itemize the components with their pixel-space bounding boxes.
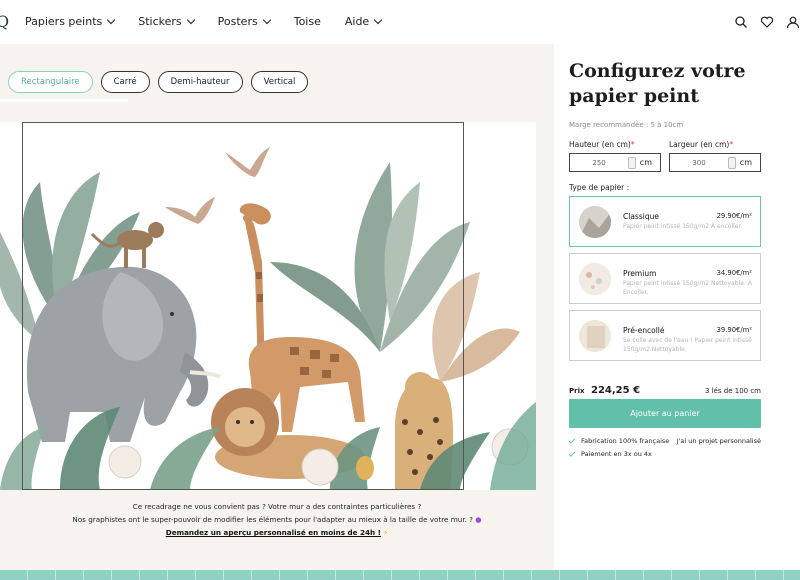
width-stepper[interactable] bbox=[728, 157, 736, 169]
width-unit: cm bbox=[739, 158, 752, 167]
price-label: Prix bbox=[569, 387, 585, 395]
menu-item-label: Toise bbox=[293, 15, 321, 28]
paper-price: 34.90€/m² bbox=[716, 269, 752, 277]
height-label: Hauteur (en cm)* bbox=[569, 140, 635, 149]
request-preview-link[interactable]: Demandez un aperçu personnalisé en moins… bbox=[166, 528, 381, 537]
user-icon[interactable] bbox=[786, 14, 800, 29]
search-icon[interactable] bbox=[734, 14, 748, 28]
paper-thumbnail bbox=[579, 206, 611, 238]
menu-item-stickers[interactable]: Stickers bbox=[138, 15, 195, 28]
paper-price: 29.90€/m² bbox=[716, 212, 752, 220]
configurator-panel: Configurez votre papier peint Marge reco… bbox=[554, 44, 800, 570]
price-row: Prix 224,25 € 3 lés de 100 cm bbox=[569, 385, 761, 399]
paper-option-pre-encolle[interactable]: Pré-encollé 39.90€/m² Se colle avec de l… bbox=[569, 310, 761, 361]
paper-option-premium[interactable]: Premium 34.90€/m² Papier peint intissé 1… bbox=[569, 253, 761, 304]
chevron-down-icon bbox=[262, 15, 271, 25]
menu-item-label: Papiers peints bbox=[25, 15, 103, 28]
crop-frame[interactable] bbox=[22, 122, 464, 490]
height-input[interactable]: 250 cm bbox=[569, 153, 661, 172]
width-input[interactable]: 300 cm bbox=[669, 153, 761, 172]
feature-payment: Paiement en 3x ou 4x bbox=[568, 449, 652, 458]
menu-item-label: Stickers bbox=[138, 15, 182, 28]
menu-item-papiers-peints[interactable]: Papiers peints bbox=[25, 15, 116, 28]
paper-name: Classique bbox=[623, 212, 659, 221]
tab-rectangulaire[interactable]: Rectangulaire bbox=[8, 71, 93, 93]
required-mark: * bbox=[729, 140, 734, 149]
custom-project-link[interactable]: J'ai un projet personnalisé bbox=[677, 437, 761, 445]
page-title: Configurez votre papier peint bbox=[569, 60, 746, 107]
heart-icon[interactable] bbox=[760, 14, 774, 28]
note-line-2: Nos graphistes ont le super-pouvoir de m… bbox=[72, 515, 482, 524]
paper-name: Pré-encollé bbox=[623, 326, 665, 335]
price-value: 224,25 € bbox=[591, 385, 641, 396]
strips-count: 3 lés de 100 cm bbox=[704, 387, 761, 395]
chevron-down-icon bbox=[186, 15, 195, 25]
menu-item-posters[interactable]: Posters bbox=[217, 15, 271, 28]
menu-item-aide[interactable]: Aide bbox=[344, 15, 383, 28]
required-mark: * bbox=[630, 140, 635, 149]
paper-description: Se colle avec de l'eau ! Papier peint in… bbox=[623, 337, 752, 353]
tab-carre[interactable]: Carré bbox=[100, 71, 150, 93]
tab-demi-hauteur[interactable]: Demi-hauteur bbox=[157, 71, 243, 93]
paper-description: Papier peint intissé 150g/m2 À encoller. bbox=[623, 223, 743, 230]
tab-vertical[interactable]: Vertical bbox=[250, 71, 309, 93]
menu-item-label: Aide bbox=[344, 15, 370, 28]
menu-item-toise[interactable]: Toise bbox=[294, 15, 321, 28]
paper-name: Premium bbox=[623, 269, 657, 278]
tab-underline bbox=[0, 99, 128, 102]
shape-tabs: Rectangulaire Carré Demi-hauteur Vertica… bbox=[8, 71, 309, 93]
menu-item-label: Posters bbox=[217, 15, 258, 28]
width-label: Largeur (en cm)* bbox=[669, 140, 734, 149]
preview-area: Rectangulaire Carré Demi-hauteur Vertica… bbox=[0, 44, 554, 570]
height-value: 250 bbox=[592, 159, 606, 167]
check-icon bbox=[568, 449, 576, 457]
chevron-down-icon bbox=[107, 15, 116, 25]
paper-description: Papier peint intissé 150g/m2 Nettoyable.… bbox=[623, 280, 752, 296]
note-line-3: Demandez un aperçu personnalisé en moins… bbox=[0, 526, 554, 539]
decorative-bottom-strip bbox=[0, 570, 800, 580]
note-line-1: Ce recadrage ne vous convient pas ? Votr… bbox=[132, 502, 422, 511]
main-menu: Papiers peints Stickers Posters Toise Ai… bbox=[25, 15, 405, 28]
top-navigation: Q Papiers peints Stickers Posters Toise … bbox=[0, 0, 800, 44]
paper-thumbnail bbox=[579, 263, 611, 295]
lightning-icon: ⚡ bbox=[383, 528, 389, 537]
paper-thumbnail bbox=[579, 320, 611, 352]
paper-price: 39.90€/m² bbox=[716, 326, 752, 334]
check-icon bbox=[568, 436, 576, 444]
chevron-down-icon bbox=[373, 15, 383, 25]
nav-icons bbox=[734, 14, 800, 29]
wallpaper-preview bbox=[0, 122, 536, 490]
width-value: 300 bbox=[692, 159, 706, 167]
paper-option-classique[interactable]: Classique 29.90€/m² Papier peint intissé… bbox=[569, 196, 761, 247]
height-stepper[interactable] bbox=[628, 157, 636, 169]
custom-crop-note: Ce recadrage ne vous convient pas ? Votr… bbox=[0, 500, 554, 539]
paper-type-label: Type de papier : bbox=[569, 183, 630, 192]
feature-made-in-france: Fabrication 100% française bbox=[568, 436, 669, 445]
brand-logo[interactable]: Q bbox=[0, 12, 9, 31]
recommended-margin: Marge recommandée : 5 à 10cm bbox=[569, 121, 684, 129]
lightbulb-icon: ● bbox=[475, 515, 482, 524]
height-unit: cm bbox=[639, 158, 652, 167]
add-to-cart-button[interactable]: Ajouter au panier bbox=[569, 399, 761, 428]
